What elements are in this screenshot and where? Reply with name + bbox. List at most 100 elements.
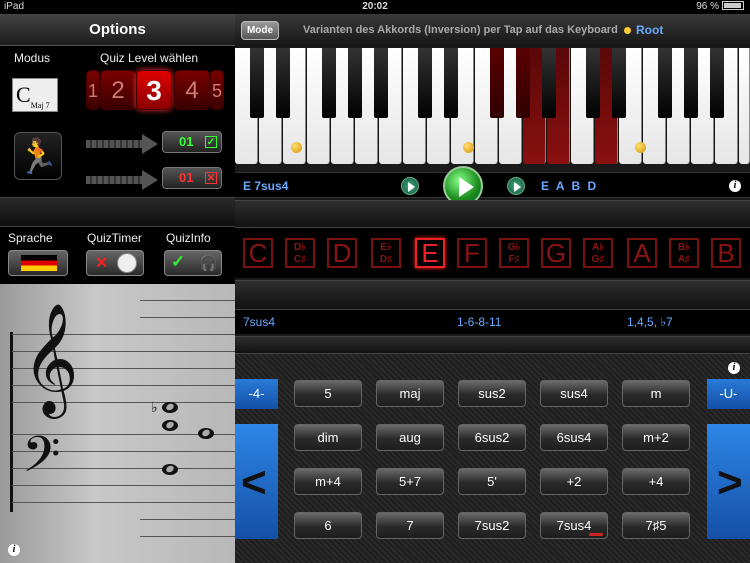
shift-up-button[interactable]: -U- bbox=[707, 379, 750, 409]
note-name-part: E♭ bbox=[380, 242, 392, 253]
play-icon[interactable] bbox=[401, 177, 419, 195]
quiz-level-label: Quiz Level wählen bbox=[100, 51, 199, 65]
piano-key-black[interactable] bbox=[612, 48, 626, 118]
chord-button-m-plus-2[interactable]: m+2 bbox=[622, 424, 690, 451]
piano-key-black[interactable] bbox=[444, 48, 458, 118]
note-button-a[interactable]: A bbox=[627, 238, 657, 268]
chord-button-7sus4[interactable]: 7sus4 bbox=[540, 512, 608, 539]
play-icon[interactable] bbox=[507, 177, 525, 195]
note-button-gb[interactable]: G♭ F♯ bbox=[499, 238, 529, 268]
chord-button-7[interactable]: 7 bbox=[376, 512, 444, 539]
wrong-counter: 01 ✕ bbox=[162, 167, 222, 189]
level-tile-3[interactable]: 3 bbox=[136, 70, 172, 110]
chord-button-7-sharp-5[interactable]: 7♯5 bbox=[622, 512, 690, 539]
root-marker-icon bbox=[635, 142, 646, 153]
note-button-e[interactable]: E bbox=[415, 238, 445, 268]
level-tile-1[interactable]: 1 bbox=[86, 70, 100, 110]
chord-button-5-plus-7[interactable]: 5+7 bbox=[376, 468, 444, 495]
chord-button-5[interactable]: 5 bbox=[294, 380, 362, 407]
piano-key-black[interactable] bbox=[710, 48, 724, 118]
piano-key-white[interactable] bbox=[739, 48, 750, 164]
battery-indicator: 96 % bbox=[696, 1, 744, 12]
chord-button-maj[interactable]: maj bbox=[376, 380, 444, 407]
top-bar: Mode Varianten des Akkords (Inversion) p… bbox=[235, 14, 750, 46]
wrong-count: 01 bbox=[179, 170, 194, 185]
chord-button-plus-4[interactable]: +4 bbox=[622, 468, 690, 495]
note-button-b[interactable]: B bbox=[711, 238, 741, 268]
piano-key-black[interactable] bbox=[586, 48, 600, 118]
status-bar: iPad 20:02 96 % bbox=[0, 0, 750, 14]
note-name-part: B♭ bbox=[678, 242, 690, 253]
chord-button-m-plus-4[interactable]: m+4 bbox=[294, 468, 362, 495]
level-tile-5[interactable]: 5 bbox=[210, 70, 224, 110]
piano-key-black[interactable] bbox=[490, 48, 504, 118]
level-tile-2[interactable]: 2 bbox=[100, 70, 136, 110]
chord-button-sus2[interactable]: sus2 bbox=[458, 380, 526, 407]
runner-icon: 🏃 bbox=[16, 138, 60, 176]
quiz-timer-button[interactable]: ✕ bbox=[86, 250, 144, 276]
flat-icon: ♭ bbox=[151, 399, 158, 415]
next-page-button[interactable]: > bbox=[707, 424, 750, 539]
note-button-ab[interactable]: A♭ G♯ bbox=[583, 238, 613, 268]
note-button-f[interactable]: F bbox=[457, 238, 487, 268]
chord-button-6[interactable]: 6 bbox=[294, 512, 362, 539]
language-button[interactable] bbox=[8, 250, 68, 276]
piano-key-black[interactable] bbox=[658, 48, 672, 118]
piano-key-black[interactable] bbox=[516, 48, 530, 118]
interval-bar: 7sus4 1-6-8-11 1,4,5, ♭7 bbox=[235, 310, 750, 334]
mode-button[interactable]: Mode bbox=[241, 21, 279, 40]
note-button-c[interactable]: C bbox=[243, 238, 273, 268]
note-head bbox=[162, 402, 178, 413]
chord-button-label: 7sus4 bbox=[556, 518, 592, 533]
note-button-g[interactable]: G bbox=[541, 238, 571, 268]
chord-button-sus4[interactable]: sus4 bbox=[540, 380, 608, 407]
chord-button-5-prime[interactable]: 5' bbox=[458, 468, 526, 495]
ledger-line bbox=[140, 519, 235, 520]
chord-button-aug[interactable]: aug bbox=[376, 424, 444, 451]
piano-key-black[interactable] bbox=[348, 48, 362, 118]
modus-symbol: C bbox=[16, 82, 31, 107]
shift-down-button[interactable]: -4- bbox=[235, 379, 278, 409]
correct-counter: 01 ✓ bbox=[162, 131, 222, 153]
piano-key-black[interactable] bbox=[250, 48, 264, 118]
chord-button-6sus2[interactable]: 6sus2 bbox=[458, 424, 526, 451]
note-button-eb[interactable]: E♭ D♯ bbox=[371, 238, 401, 268]
piano-key-black[interactable] bbox=[322, 48, 336, 118]
divider bbox=[235, 336, 750, 354]
cross-icon: ✕ bbox=[95, 255, 109, 272]
battery-icon bbox=[722, 1, 744, 10]
chord-button-dim[interactable]: dim bbox=[294, 424, 362, 451]
note-button-d[interactable]: D bbox=[327, 238, 357, 268]
piano-key-black[interactable] bbox=[542, 48, 556, 118]
modus-selector[interactable]: CMaj 7 bbox=[12, 78, 58, 112]
info-icon[interactable]: i bbox=[728, 362, 740, 374]
chord-button-7sus2[interactable]: 7sus2 bbox=[458, 512, 526, 539]
note-head bbox=[198, 428, 214, 439]
note-button-db[interactable]: D♭ C♯ bbox=[285, 238, 315, 268]
quiz-info-button[interactable]: ✓ 🎧 bbox=[164, 250, 222, 276]
check-icon: ✓ bbox=[171, 252, 186, 271]
inversion-hint: Varianten des Akkords (Inversion) per Ta… bbox=[303, 24, 618, 36]
note-name-row: C D♭ C♯ D E♭ D♯ E F G♭ F♯ G A♭ G♯ A B♭ A♯ B bbox=[235, 228, 750, 278]
options-panel: Options Modus Quiz Level wählen CMaj 7 1… bbox=[0, 14, 235, 563]
note-button-bb[interactable]: B♭ A♯ bbox=[669, 238, 699, 268]
chord-button-m[interactable]: m bbox=[622, 380, 690, 407]
info-icon[interactable]: i bbox=[8, 544, 20, 556]
piano-key-black[interactable] bbox=[374, 48, 388, 118]
chord-name: E 7sus4 bbox=[243, 179, 289, 193]
root-marker-icon bbox=[463, 142, 474, 153]
piano-key-black[interactable] bbox=[276, 48, 290, 118]
chord-button-plus-2[interactable]: +2 bbox=[540, 468, 608, 495]
note-name-part: D♭ bbox=[294, 242, 306, 253]
info-icon[interactable]: i bbox=[729, 180, 741, 192]
piano-key-black[interactable] bbox=[684, 48, 698, 118]
piano-key-black[interactable] bbox=[418, 48, 432, 118]
level-tile-4[interactable]: 4 bbox=[174, 70, 210, 110]
chord-button-6sus4[interactable]: 6sus4 bbox=[540, 424, 608, 451]
music-staff: 𝄞 𝄢 ♭ bbox=[0, 284, 235, 563]
piano-keyboard[interactable] bbox=[235, 48, 750, 164]
note-name-part: C♯ bbox=[293, 254, 307, 265]
selected-marker-icon bbox=[589, 533, 603, 536]
start-quiz-button[interactable]: 🏃 bbox=[14, 132, 62, 180]
previous-page-button[interactable]: < bbox=[235, 424, 278, 539]
